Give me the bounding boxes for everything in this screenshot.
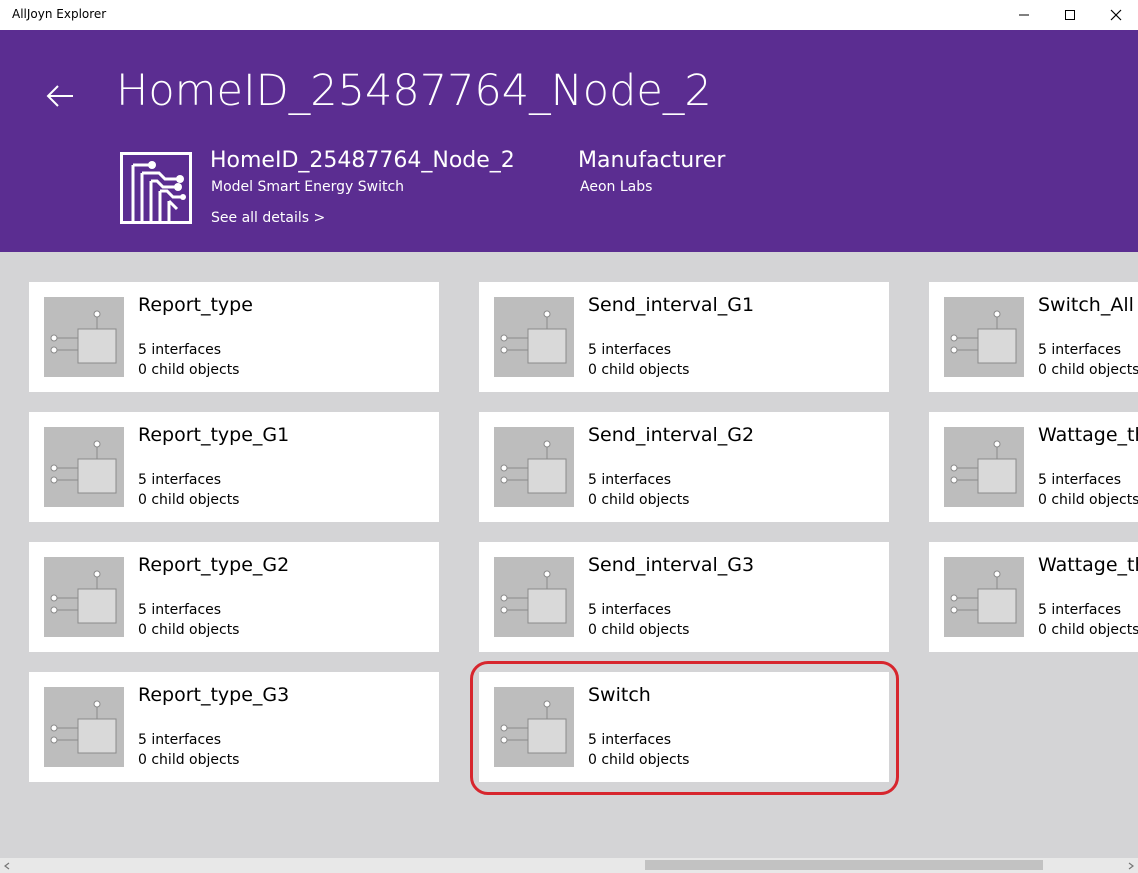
bus-object-icon xyxy=(494,687,574,767)
object-tile[interactable]: Report_type_G3 5 interfaces 0 child obje… xyxy=(29,672,439,782)
maximize-button[interactable] xyxy=(1047,0,1093,30)
device-name: HomeID_25487764_Node_2 xyxy=(210,148,515,173)
object-interfaces: 5 interfaces xyxy=(588,342,672,358)
object-interfaces: 5 interfaces xyxy=(138,342,222,358)
object-name: Send_interval_G2 xyxy=(588,424,755,446)
object-name: Switch xyxy=(588,684,651,706)
object-children: 0 child objects xyxy=(1038,622,1138,638)
back-button[interactable] xyxy=(42,78,78,114)
object-name: Switch_All xyxy=(1038,294,1134,316)
bus-objects-grid: Report_type 5 interfaces 0 child objects… xyxy=(0,252,1138,858)
object-name: Report_type_G1 xyxy=(138,424,290,446)
object-tile[interactable]: Report_type_G1 5 interfaces 0 child obje… xyxy=(29,412,439,522)
object-interfaces: 5 interfaces xyxy=(1038,342,1122,358)
object-children: 0 child objects xyxy=(588,752,690,768)
app-title: AllJoyn Explorer xyxy=(12,7,107,21)
object-children: 0 child objects xyxy=(1038,492,1138,508)
object-tile-switch[interactable]: Switch 5 interfaces 0 child objects xyxy=(479,672,889,782)
scroll-left-icon[interactable] xyxy=(2,861,12,871)
object-name: Wattage_th xyxy=(1038,554,1138,576)
horizontal-scrollbar[interactable] xyxy=(0,858,1138,873)
object-children: 0 child objects xyxy=(588,362,690,378)
device-logo xyxy=(120,152,192,224)
scrollbar-thumb[interactable] xyxy=(645,860,1043,870)
manufacturer-value: Aeon Labs xyxy=(580,179,653,195)
close-button[interactable] xyxy=(1093,0,1138,30)
circuit-board-icon xyxy=(131,161,186,221)
object-interfaces: 5 interfaces xyxy=(1038,472,1122,488)
see-all-details-link[interactable]: See all details > xyxy=(211,210,325,226)
object-tile[interactable]: Wattage_th 5 interfaces 0 child objects xyxy=(929,542,1138,652)
object-tile[interactable]: Send_interval_G1 5 interfaces 0 child ob… xyxy=(479,282,889,392)
object-interfaces: 5 interfaces xyxy=(138,732,222,748)
bus-object-icon xyxy=(494,427,574,507)
bus-object-icon xyxy=(44,297,124,377)
object-name: Wattage_th xyxy=(1038,424,1138,446)
object-tile[interactable]: Wattage_th 5 interfaces 0 child objects xyxy=(929,412,1138,522)
device-header: HomeID_25487764_Node_2 HomeID_25487764_N… xyxy=(0,30,1138,252)
object-interfaces: 5 interfaces xyxy=(588,602,672,618)
bus-object-icon xyxy=(494,297,574,377)
bus-object-icon xyxy=(944,297,1024,377)
title-bar: AllJoyn Explorer xyxy=(0,0,1138,30)
object-tile[interactable]: Send_interval_G2 5 interfaces 0 child ob… xyxy=(479,412,889,522)
device-model: Model Smart Energy Switch xyxy=(211,179,405,195)
object-name: Send_interval_G3 xyxy=(588,554,755,576)
object-children: 0 child objects xyxy=(138,492,240,508)
scroll-right-icon[interactable] xyxy=(1126,861,1136,871)
object-name: Report_type_G3 xyxy=(138,684,290,706)
object-interfaces: 5 interfaces xyxy=(588,732,672,748)
object-tile[interactable]: Report_type 5 interfaces 0 child objects xyxy=(29,282,439,392)
back-arrow-icon xyxy=(46,85,73,107)
object-interfaces: 5 interfaces xyxy=(138,602,222,618)
object-children: 0 child objects xyxy=(588,622,690,638)
object-name: Report_type_G2 xyxy=(138,554,290,576)
object-name: Report_type xyxy=(138,294,253,316)
object-tile[interactable]: Send_interval_G3 5 interfaces 0 child ob… xyxy=(479,542,889,652)
close-icon xyxy=(1110,9,1122,21)
object-children: 0 child objects xyxy=(588,492,690,508)
object-name: Send_interval_G1 xyxy=(588,294,755,316)
minimize-button[interactable] xyxy=(1001,0,1047,30)
bus-object-icon xyxy=(944,427,1024,507)
page-title: HomeID_25487764_Node_2 xyxy=(116,66,712,116)
bus-object-icon xyxy=(44,557,124,637)
minimize-icon xyxy=(1019,14,1029,16)
object-tile[interactable]: Report_type_G2 5 interfaces 0 child obje… xyxy=(29,542,439,652)
object-children: 0 child objects xyxy=(1038,362,1138,378)
maximize-icon xyxy=(1065,10,1075,20)
object-children: 0 child objects xyxy=(138,622,240,638)
bus-object-icon xyxy=(44,427,124,507)
object-interfaces: 5 interfaces xyxy=(138,472,222,488)
object-children: 0 child objects xyxy=(138,362,240,378)
bus-object-icon xyxy=(44,687,124,767)
bus-object-icon xyxy=(944,557,1024,637)
manufacturer-label: Manufacturer xyxy=(578,148,726,173)
object-interfaces: 5 interfaces xyxy=(588,472,672,488)
object-tile[interactable]: Switch_All 5 interfaces 0 child objects xyxy=(929,282,1138,392)
object-children: 0 child objects xyxy=(138,752,240,768)
object-interfaces: 5 interfaces xyxy=(1038,602,1122,618)
bus-object-icon xyxy=(494,557,574,637)
